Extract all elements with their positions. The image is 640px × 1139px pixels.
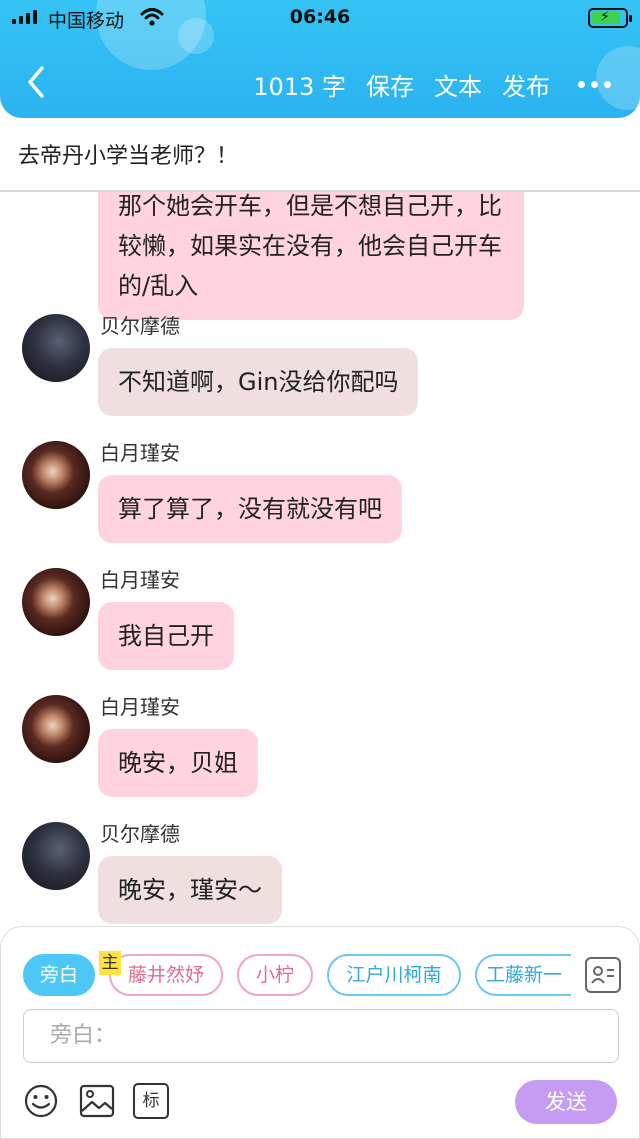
message-bubble[interactable]: 那个她会开车，但是不想自己开，比较懒，如果实在没有，他会自己开车的/乱入 [98, 192, 524, 320]
sender-name: 白月瑾安 [100, 568, 180, 592]
status-time: 06:46 [289, 6, 351, 28]
sender-name: 贝尔摩德 [100, 314, 180, 338]
save-button[interactable]: 保存 [366, 67, 414, 102]
tag-button[interactable]: 标 [133, 1083, 169, 1119]
app-header: 中国移动 06:46 ⚡ 1013 字 保存 文本 发布 [0, 0, 640, 118]
role-chip[interactable]: 工藤新一 [475, 954, 571, 996]
publish-button[interactable]: 发布 [502, 67, 550, 102]
role-chip[interactable]: 小柠 [237, 954, 313, 996]
battery-icon: ⚡ [588, 8, 632, 28]
chat-list[interactable]: 那个她会开车，但是不想自己开，比较懒，如果实在没有，他会自己开车的/乱入 贝尔摩… [0, 192, 640, 926]
header-toolbar: 1013 字 保存 文本 发布 [253, 60, 640, 108]
role-chip[interactable]: 藤井然妤 [109, 954, 223, 996]
message-bubble[interactable]: 不知道啊，Gin没给你配吗 [98, 348, 419, 416]
avatar[interactable] [22, 695, 90, 763]
message-input[interactable]: 旁白： [23, 1009, 619, 1063]
role-chip-narrator[interactable]: 旁白 [23, 954, 95, 996]
message-bubble[interactable]: 晚安，瑾安～ [98, 856, 282, 924]
back-button[interactable] [22, 62, 52, 102]
image-icon[interactable] [79, 1083, 115, 1119]
more-options-icon[interactable] [570, 64, 618, 104]
send-button[interactable]: 发送 [515, 1080, 617, 1124]
message-bubble[interactable]: 晚安，贝姐 [98, 729, 258, 797]
role-card-icon[interactable] [585, 957, 621, 993]
owner-badge: 主 [99, 951, 121, 975]
avatar[interactable] [22, 822, 90, 890]
text-button[interactable]: 文本 [434, 67, 482, 102]
message-bubble[interactable]: 我自己开 [98, 602, 234, 670]
word-count: 1013 字 [253, 72, 346, 101]
sender-name: 白月瑾安 [100, 695, 180, 719]
role-chip[interactable]: 江户川柯南 [327, 954, 461, 996]
emoji-icon[interactable] [23, 1083, 59, 1119]
story-title: 去帝丹小学当老师？！ [18, 144, 239, 169]
sender-name: 贝尔摩德 [100, 822, 180, 846]
sender-name: 白月瑾安 [100, 441, 180, 465]
avatar[interactable] [22, 314, 90, 382]
charging-icon: ⚡ [600, 9, 610, 25]
avatar[interactable] [22, 441, 90, 509]
compose-panel: 旁白 主 藤井然妤 小柠 江户川柯南 工藤新一 旁白： 标 发送 [0, 926, 640, 1139]
message-bubble[interactable]: 算了算了，没有就没有吧 [98, 475, 402, 543]
story-title-bar[interactable]: 去帝丹小学当老师？！ [0, 118, 640, 192]
status-bar: 中国移动 06:46 ⚡ [0, 0, 640, 36]
avatar[interactable] [22, 568, 90, 636]
